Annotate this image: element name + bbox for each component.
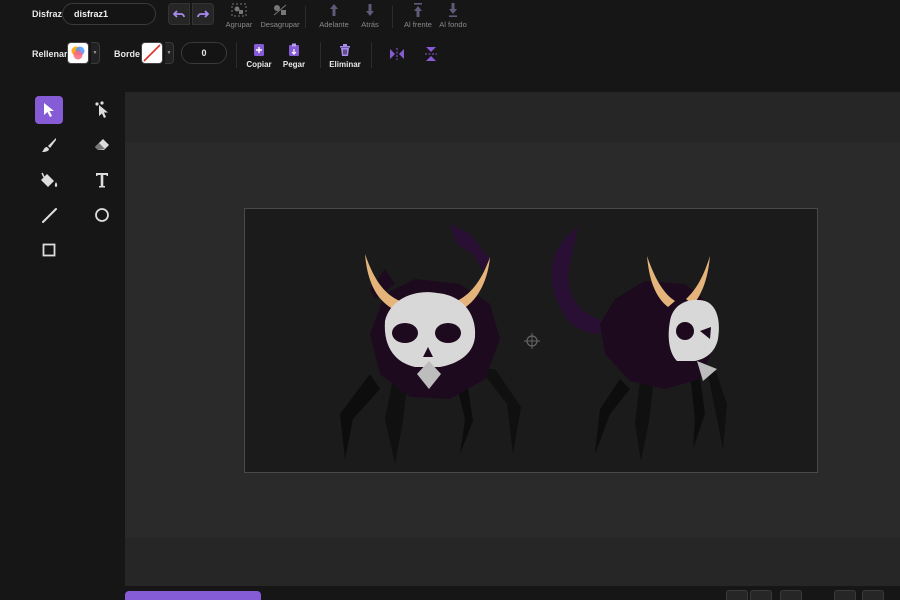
rotation-center-icon (524, 333, 540, 349)
eraser-tool[interactable] (88, 131, 116, 159)
paste-label: Pegar (282, 60, 306, 69)
flip-horizontal-icon (390, 48, 404, 60)
costume-name-input[interactable]: disfraz1 (62, 3, 156, 25)
arrow-down-icon (366, 4, 374, 16)
bring-to-front-icon (414, 3, 422, 17)
canvas-margin-bottom (125, 538, 900, 586)
delete-label: Eliminar (329, 60, 361, 69)
undo-button[interactable] (168, 3, 190, 25)
outline-dropdown-button[interactable]: ▼ (165, 42, 174, 64)
reshape-tool[interactable] (88, 96, 116, 124)
flip-vertical-button[interactable] (420, 43, 442, 65)
paste-button[interactable]: Pegar (269, 42, 319, 69)
redo-button[interactable] (192, 3, 214, 25)
copy-label: Copiar (246, 60, 272, 69)
fill-label: Rellenar (32, 49, 68, 59)
outline-width-input[interactable]: 0 (181, 42, 227, 64)
fill-tool[interactable] (35, 166, 63, 194)
select-tool[interactable] (35, 96, 63, 124)
paste-icon (289, 43, 299, 56)
costume-artwork (340, 224, 727, 464)
flip-vertical-icon (425, 47, 437, 61)
convert-mode-button[interactable] (125, 591, 261, 600)
backward-button[interactable]: Atrás (345, 2, 395, 29)
circle-tool[interactable] (88, 201, 116, 229)
line-tool[interactable] (35, 201, 63, 229)
circle-icon (95, 208, 109, 222)
text-tool[interactable] (88, 166, 116, 194)
group-label: Agrupar (225, 20, 253, 29)
tool-palette (0, 92, 125, 600)
send-to-back-icon (449, 3, 457, 17)
copy-icon (254, 44, 264, 56)
brush-icon (42, 138, 56, 152)
zoom-out-button[interactable] (726, 590, 748, 600)
divider (305, 6, 306, 28)
ungroup-button[interactable]: Desagrupar (255, 2, 305, 29)
rectangle-icon (42, 243, 56, 257)
group-icon (231, 3, 247, 17)
outline-color-swatch[interactable] (141, 42, 163, 64)
top-toolbar: Disfraz disfraz1 Agrupar Desagrupar Adel… (0, 0, 900, 80)
flip-horizontal-button[interactable] (386, 43, 408, 65)
backward-label: Atrás (361, 20, 379, 29)
ungroup-icon (273, 4, 287, 16)
fill-dropdown-button[interactable]: ▼ (91, 42, 100, 64)
send-to-back-button[interactable]: Al fondo (428, 2, 478, 29)
paint-bucket-icon (41, 172, 58, 187)
back-label: Al fondo (439, 20, 467, 29)
reshape-icon (95, 101, 108, 118)
creature-front (340, 224, 521, 464)
costume-canvas[interactable] (244, 208, 818, 473)
brush-tool[interactable] (35, 131, 63, 159)
outline-label: Borde (114, 49, 141, 59)
zoom-reset-button[interactable] (750, 590, 772, 600)
cursor-arrow-icon (44, 103, 54, 117)
fill-color-swatch[interactable] (67, 42, 89, 64)
divider (371, 42, 372, 68)
redo-icon (197, 10, 209, 18)
creature-side (551, 227, 727, 461)
color-circles-icon (71, 46, 85, 60)
eraser-icon (95, 139, 109, 150)
fullscreen-button[interactable] (862, 590, 884, 600)
text-t-icon (96, 173, 108, 188)
line-icon (42, 208, 57, 223)
view-button[interactable] (834, 590, 856, 600)
rectangle-tool[interactable] (35, 236, 63, 264)
delete-button[interactable]: Eliminar (320, 42, 370, 69)
zoom-in-button[interactable] (780, 590, 802, 600)
arrow-up-icon (330, 4, 338, 16)
costume-label: Disfraz (32, 9, 63, 19)
ungroup-label: Desagrupar (260, 20, 300, 29)
no-color-icon (143, 44, 161, 62)
trash-icon (340, 44, 350, 56)
undo-icon (173, 10, 185, 18)
canvas-margin-top (125, 92, 900, 142)
